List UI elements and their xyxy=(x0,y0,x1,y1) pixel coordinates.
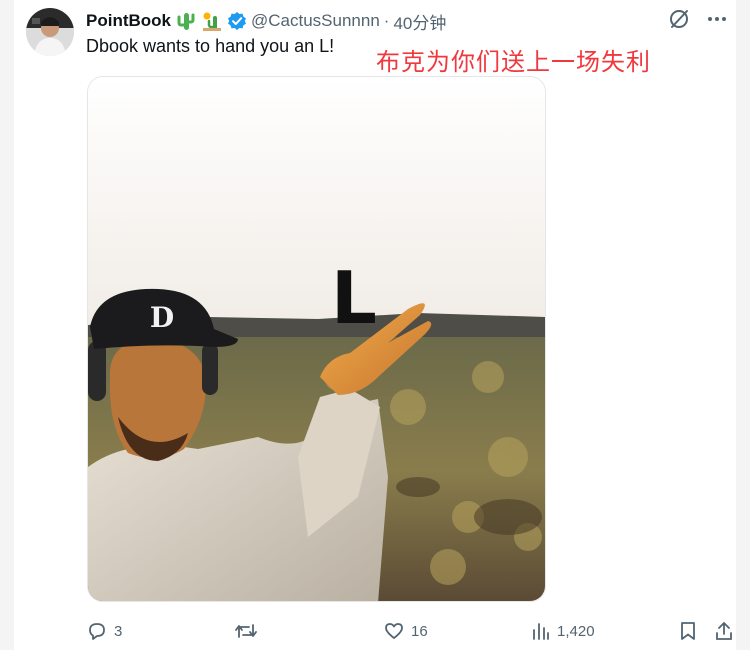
separator-dot: · xyxy=(383,11,390,30)
more-options-icon[interactable] xyxy=(706,8,728,30)
tweet-card[interactable]: PointBook @CactusSunnnn · 40分钟 Dbook wan… xyxy=(14,0,736,650)
verified-badge-icon xyxy=(227,11,247,31)
cactus-emoji xyxy=(175,11,197,31)
views-button[interactable]: 1,420 xyxy=(531,618,595,644)
sunny-cactus-emoji xyxy=(201,11,223,31)
overlay-caption: 布克为你们送上一场失利 xyxy=(376,48,651,76)
l-letter: L xyxy=(331,256,377,340)
repost-icon xyxy=(235,624,257,638)
share-button[interactable] xyxy=(714,618,734,644)
views-icon xyxy=(533,623,549,640)
tweet-header: PointBook @CactusSunnnn · 40分钟 xyxy=(86,9,446,34)
grok-icon[interactable] xyxy=(668,8,690,30)
like-button[interactable]: 16 xyxy=(383,618,428,644)
author-name[interactable]: PointBook xyxy=(86,11,171,31)
like-count: 16 xyxy=(411,622,428,640)
reply-button[interactable]: 3 xyxy=(86,618,122,644)
tweet-text: Dbook wants to hand you an L! xyxy=(86,36,335,56)
bookmark-icon xyxy=(681,622,695,640)
reply-icon xyxy=(89,623,105,640)
cap-logo-letter: D xyxy=(150,301,174,334)
repost-button[interactable] xyxy=(234,618,264,644)
timestamp[interactable]: 40分钟 xyxy=(393,9,446,34)
reply-count: 3 xyxy=(114,622,123,640)
heart-icon xyxy=(385,623,403,639)
share-icon xyxy=(716,622,732,640)
bookmark-button[interactable] xyxy=(678,618,698,644)
avatar[interactable] xyxy=(26,8,74,56)
tweet-media-image[interactable]: D L xyxy=(87,76,546,602)
header-actions xyxy=(668,8,728,30)
author-handle[interactable]: @CactusSunnnn xyxy=(251,11,380,31)
views-count: 1,420 xyxy=(557,622,595,640)
tweet-action-bar: 3 16 1,420 xyxy=(86,618,736,644)
